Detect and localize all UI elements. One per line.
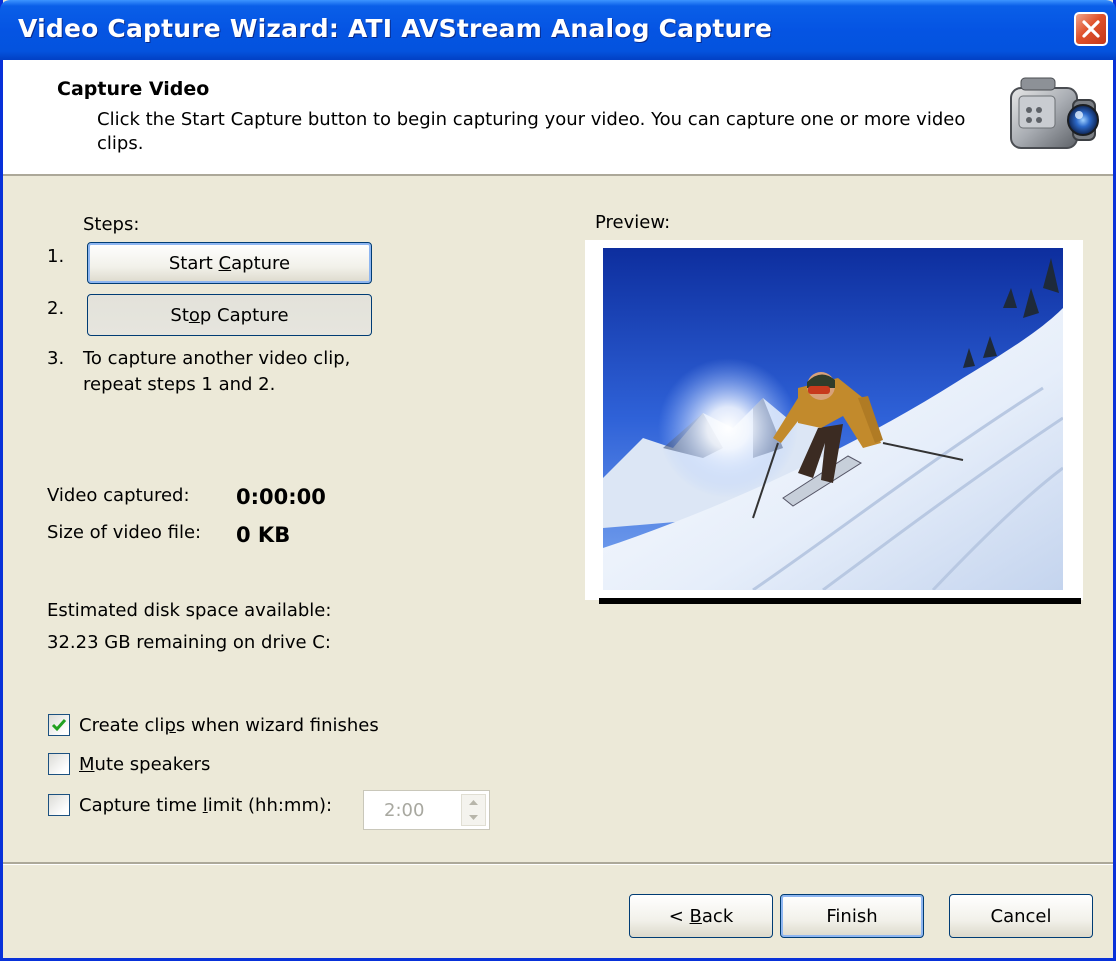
page-description: Click the Start Capture button to begin …: [97, 109, 966, 154]
spinner-buttons[interactable]: [461, 794, 486, 826]
mute-speakers-checkbox[interactable]: [48, 753, 70, 775]
video-captured-value: 0:00:00: [236, 485, 326, 509]
header-panel: Capture Video Click the Start Capture bu…: [3, 60, 1113, 176]
mute-speakers-label[interactable]: Mute speakers: [79, 754, 210, 775]
disk-space-value: 32.23 GB remaining on drive C:: [47, 632, 331, 653]
time-limit-spinner[interactable]: 2:00: [363, 790, 490, 830]
wizard-window: Video Capture Wizard: ATI AVStream Analo…: [0, 0, 1116, 961]
page-title: Capture Video: [57, 78, 210, 100]
steps-label: Steps:: [83, 214, 140, 235]
window-title: Video Capture Wizard: ATI AVStream Analo…: [18, 14, 773, 43]
create-clips-checkbox[interactable]: [48, 714, 70, 736]
video-size-value: 0 KB: [236, 523, 291, 547]
stop-capture-label: Stop Capture: [170, 304, 289, 326]
stop-capture-button[interactable]: Stop Capture: [87, 294, 372, 336]
preview-divider: [599, 598, 1081, 604]
step-2-number: 2.: [47, 298, 65, 319]
bottom-separator: [3, 862, 1113, 865]
checkmark-icon: [51, 719, 67, 732]
video-captured-label: Video captured:: [47, 485, 190, 506]
video-camera-icon: [1010, 77, 1099, 149]
spin-down-icon[interactable]: [462, 810, 485, 825]
close-button[interactable]: [1074, 12, 1108, 46]
step-3-line-1: To capture another video clip,: [83, 348, 351, 369]
step-3-line-2: repeat steps 1 and 2.: [83, 374, 276, 395]
video-preview-image: [603, 248, 1063, 590]
start-capture-label: Start Capture: [168, 252, 291, 274]
finish-label: Finish: [826, 905, 878, 927]
finish-button[interactable]: Finish: [780, 894, 924, 938]
step-3-number: 3.: [47, 348, 65, 369]
capture-time-limit-checkbox[interactable]: [48, 794, 70, 816]
preview-label: Preview:: [595, 212, 671, 233]
close-icon: [1082, 20, 1100, 38]
video-size-label: Size of video file:: [47, 522, 202, 543]
title-bar[interactable]: Video Capture Wizard: ATI AVStream Analo…: [0, 0, 1116, 60]
cancel-label: Cancel: [990, 905, 1052, 927]
disk-space-label: Estimated disk space available:: [47, 600, 332, 621]
back-button[interactable]: < Back: [629, 894, 773, 938]
start-capture-button[interactable]: Start Capture: [87, 242, 372, 284]
cancel-button[interactable]: Cancel: [949, 894, 1093, 938]
spin-up-icon[interactable]: [462, 795, 485, 810]
capture-time-limit-label[interactable]: Capture time limit (hh:mm):: [79, 795, 332, 816]
create-clips-label[interactable]: Create clips when wizard finishes: [79, 715, 379, 736]
time-limit-value[interactable]: 2:00: [384, 800, 424, 821]
back-label: < Back: [668, 905, 734, 927]
step-1-number: 1.: [47, 246, 65, 267]
